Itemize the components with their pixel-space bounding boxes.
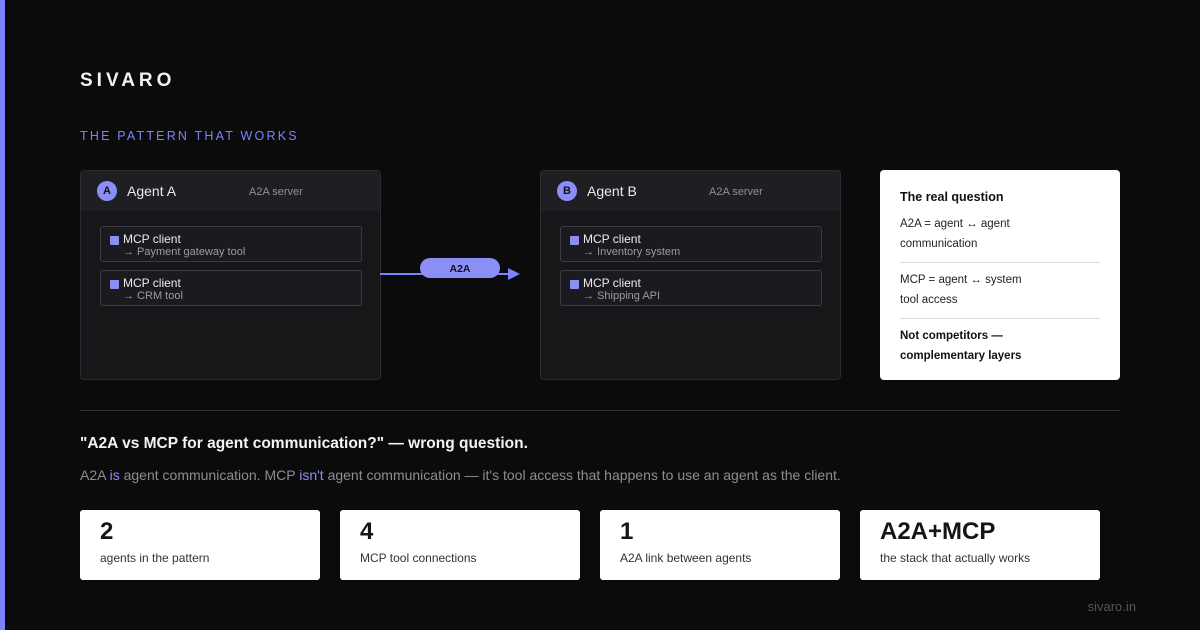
- agent-b-role: A2A server: [709, 186, 763, 198]
- brand-logo: SIVARO: [80, 70, 176, 91]
- stat-label: the stack that actually works: [880, 551, 1031, 565]
- mcp-square-icon: [570, 236, 579, 245]
- stat-card-mcp-connections: 4 MCP tool connections: [340, 510, 580, 580]
- stat-value: 1: [620, 518, 634, 545]
- stat-value: A2A+MCP: [880, 518, 996, 545]
- stat-label: MCP tool connections: [360, 551, 477, 565]
- agent-b-header: B Agent B A2A server: [541, 171, 840, 211]
- stat-value: 2: [100, 518, 114, 545]
- agent-a-header: A Agent A A2A server: [81, 171, 380, 211]
- a2a-definition-line-1: A2A = agent ↔ agent: [900, 218, 1010, 230]
- mcp-client-title: MCP client: [583, 232, 641, 246]
- mcp-client-target: → Inventory system: [583, 246, 681, 258]
- footer-url: sivaro.in: [1087, 599, 1136, 614]
- subline-highlight: isn't: [299, 467, 324, 483]
- subline-text: A2A: [80, 467, 110, 483]
- conclusion-line-1: Not competitors —: [900, 330, 1003, 342]
- a2a-pill-label: A2A: [449, 263, 470, 275]
- stat-label: A2A link between agents: [620, 551, 752, 565]
- mcp-square-icon: [110, 236, 119, 245]
- agent-b-mcp-client-2: MCP client → Shipping API: [560, 270, 822, 306]
- mcp-client-target: → CRM tool: [123, 290, 183, 302]
- section-label: THE PATTERN THAT WORKS: [80, 129, 299, 143]
- arrowhead-icon: [508, 268, 520, 280]
- real-question-card: The real question A2A = agent ↔ agent co…: [880, 170, 1120, 380]
- stat-label: agents in the pattern: [100, 551, 210, 565]
- mcp-client-title: MCP client: [123, 232, 181, 246]
- question-divider: [900, 262, 1100, 263]
- agent-a-card: A Agent A A2A server MCP client → Paymen…: [80, 170, 381, 380]
- mcp-square-icon: [570, 280, 579, 289]
- question-title: The real question: [900, 190, 1004, 204]
- section-divider: [80, 410, 1120, 411]
- subline-text: agent communication — it's tool access t…: [323, 467, 841, 483]
- stat-card-a2a-link: 1 A2A link between agents: [600, 510, 840, 580]
- agent-b-card: B Agent B A2A server MCP client → Invent…: [540, 170, 841, 380]
- subline-text: agent communication. MCP: [119, 467, 300, 483]
- headline: "A2A vs MCP for agent communication?" — …: [80, 435, 528, 452]
- mcp-client-target: → Payment gateway tool: [123, 246, 246, 258]
- a2a-definition-line-2: communication: [900, 238, 978, 250]
- agent-b-name: Agent B: [587, 183, 637, 199]
- stat-value: 4: [360, 518, 374, 545]
- conclusion-line-2: complementary layers: [900, 350, 1022, 362]
- stat-card-agents: 2 agents in the pattern: [80, 510, 320, 580]
- agent-a-mcp-client-2: MCP client → CRM tool: [100, 270, 362, 306]
- stat-card-stack: A2A+MCP the stack that actually works: [860, 510, 1100, 580]
- a2a-connector-arrow: A2A: [380, 258, 520, 280]
- mcp-square-icon: [110, 280, 119, 289]
- agent-a-badge: A: [97, 181, 117, 201]
- mcp-definition-line-2: tool access: [900, 294, 958, 306]
- mcp-definition-line-1: MCP = agent ↔ system: [900, 274, 1022, 286]
- mcp-client-title: MCP client: [583, 276, 641, 290]
- question-divider: [900, 318, 1100, 319]
- subline: A2A is agent communication. MCP isn't ag…: [80, 467, 841, 483]
- agent-a-name: Agent A: [127, 183, 177, 199]
- agent-b-mcp-client-1: MCP client → Inventory system: [560, 226, 822, 262]
- mcp-client-target: → Shipping API: [583, 290, 661, 302]
- subline-highlight: is: [109, 467, 120, 483]
- agent-b-badge: B: [557, 181, 577, 201]
- agent-a-role: A2A server: [249, 186, 303, 198]
- left-accent-bar: [0, 0, 5, 630]
- agent-a-mcp-client-1: MCP client → Payment gateway tool: [100, 226, 362, 262]
- mcp-client-title: MCP client: [123, 276, 181, 290]
